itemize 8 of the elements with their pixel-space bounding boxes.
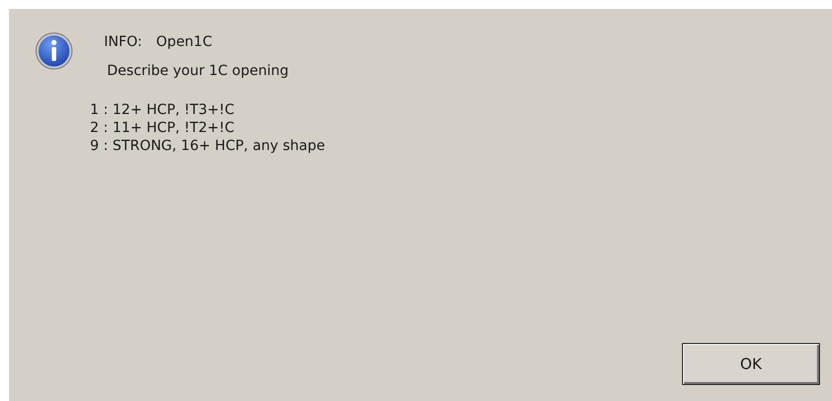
ok-button[interactable]: OK: [682, 343, 820, 385]
option-text: 9 : STRONG, 16+ HCP, any shape: [90, 137, 326, 155]
info-label: INFO:: [104, 34, 142, 50]
info-icon: [35, 32, 73, 70]
option-text: 1 : 12+ HCP, !T3+!C: [90, 101, 236, 119]
option-text: 2 : 11+ HCP, !T2+!C: [90, 119, 236, 137]
dialog-title: Open1C: [156, 34, 212, 50]
prompt-text: Describe your 1C opening: [106, 63, 289, 79]
